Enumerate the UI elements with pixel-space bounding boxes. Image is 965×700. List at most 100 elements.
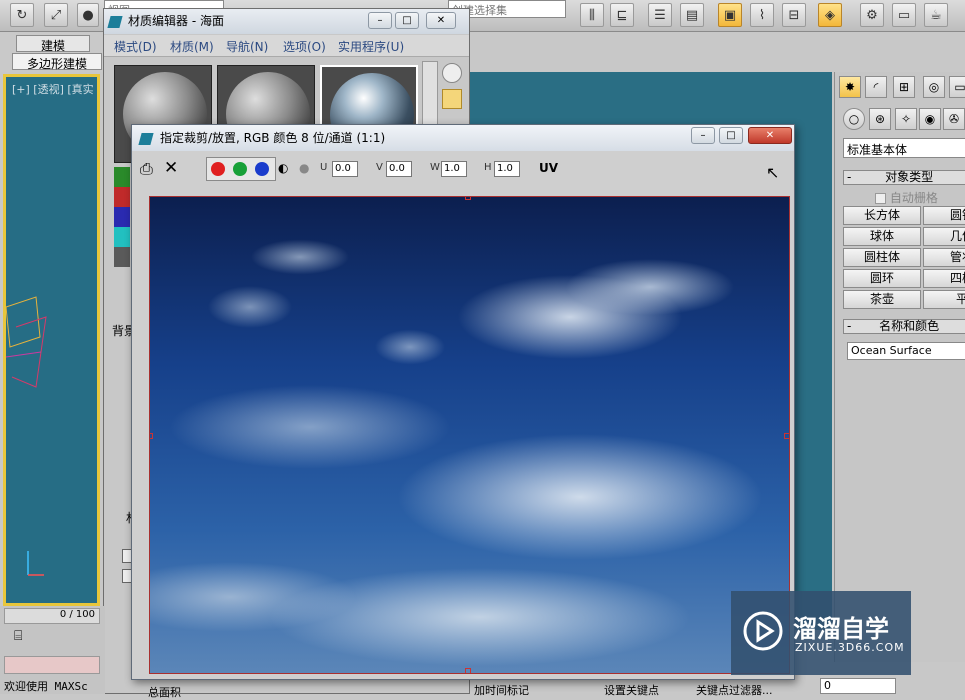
object-type-button[interactable]: 四棱 (923, 269, 965, 288)
crop-handle-bottom[interactable] (465, 668, 471, 673)
brand-url: ZIXUE.3D66.COM (795, 641, 905, 654)
maximize-button[interactable]: □ (395, 12, 419, 29)
dopesheet-icon[interactable]: ⊟ (782, 3, 806, 27)
tab-poly-modeling[interactable]: 多边形建模 (12, 53, 102, 71)
scale-icon[interactable]: ⤢ (44, 3, 68, 27)
layer-icon[interactable]: ☰ (648, 3, 672, 27)
motion-tab-icon[interactable]: ◎ (923, 76, 945, 98)
h-spinner[interactable]: 1.0 (494, 161, 520, 177)
h-label: H (484, 162, 492, 173)
w-spinner[interactable]: 1.0 (441, 161, 467, 177)
object-type-header[interactable]: - 对象类型 (843, 170, 965, 185)
alpha-icon[interactable]: ◐ (278, 161, 288, 175)
menu-navigation[interactable]: 导航(N) (226, 38, 268, 55)
set-key-button[interactable]: 设置关键点 (604, 682, 659, 698)
lights-icon[interactable]: ✧ (895, 108, 917, 130)
crop-handle-top[interactable] (465, 197, 471, 200)
time-tag[interactable]: 加时间标记 (474, 682, 529, 698)
geometry-icon[interactable]: ○ (843, 108, 865, 130)
menu-mode[interactable]: 模式(D) (114, 38, 157, 55)
scene-explorer-icon[interactable]: ▤ (680, 3, 704, 27)
minimize-button[interactable]: – (691, 127, 715, 144)
sky-image-preview[interactable] (149, 196, 790, 674)
bottom-left-status: 0 / 100 ⌸ 欢迎使用 MAXSc (0, 606, 105, 694)
material-editor-titlebar[interactable]: 材质编辑器 - 海面 – □ ✕ (104, 9, 469, 34)
menu-material[interactable]: 材质(M) (170, 38, 214, 55)
crop-dialog-title: 指定裁剪/放置, RGB 颜色 8 位/通道 (1:1) (160, 131, 386, 145)
object-type-button[interactable]: 管状 (923, 248, 965, 267)
object-type-button[interactable]: 长方体 (843, 206, 921, 225)
green-channel-button[interactable] (233, 162, 247, 176)
modify-tab-icon[interactable]: ◜ (865, 76, 887, 98)
snap-icon[interactable]: ● (77, 3, 99, 27)
clear-x-icon[interactable]: ✕ (164, 158, 178, 178)
blue-channel-button[interactable] (255, 162, 269, 176)
viewport-label[interactable]: [+] [透视] [真实 (12, 81, 94, 97)
object-name-input[interactable]: Ocean Surface (847, 342, 965, 360)
hierarchy-tab-icon[interactable]: ⊞ (893, 76, 915, 98)
object-type-button[interactable]: 几何 (923, 227, 965, 246)
red-channel-button[interactable] (211, 162, 225, 176)
render-icon[interactable]: ☕ (924, 3, 948, 27)
shapes-icon[interactable]: ⊛ (869, 108, 891, 130)
helpers-icon[interactable]: ✇ (943, 108, 965, 130)
create-tab-icon[interactable]: ✸ (839, 76, 861, 98)
menu-options[interactable]: 选项(O) (283, 38, 326, 55)
v-spinner[interactable]: 0.0 (386, 161, 412, 177)
timeline-icon[interactable]: ⌸ (14, 628, 22, 644)
time-slider[interactable]: 0 / 100 (4, 608, 100, 624)
print-icon[interactable]: ⎙ (140, 159, 153, 179)
crop-dialog-titlebar[interactable]: 指定裁剪/放置, RGB 颜色 8 位/通道 (1:1) – □ ✕ (132, 125, 794, 151)
sample-type-icon[interactable] (442, 63, 462, 83)
undo-icon[interactable]: ↻ (10, 3, 34, 27)
crop-toolbar: ⎙ ✕ ◐ ● U 0.0 V 0.0 W 1.0 H 1.0 UV ↖ (132, 153, 794, 187)
object-type-button[interactable]: 圆环 (843, 269, 921, 288)
render-setup-icon[interactable]: ⚙ (860, 3, 884, 27)
close-button[interactable]: ✕ (748, 127, 792, 144)
menu-utilities[interactable]: 实用程序(U) (338, 38, 404, 55)
uv-toggle[interactable]: UV (539, 161, 558, 175)
object-type-button[interactable]: 茶壶 (843, 290, 921, 309)
autogrid-checkbox[interactable]: 自动栅格 (875, 189, 938, 206)
slot-strip (114, 167, 130, 267)
align-icon[interactable]: ⊑ (610, 3, 634, 27)
mirror-icon[interactable]: ⫼ (580, 3, 604, 27)
schematic-icon[interactable]: ⌇ (750, 3, 774, 27)
autogrid-label: 自动栅格 (889, 191, 938, 205)
cameras-icon[interactable]: ◉ (919, 108, 941, 130)
maximize-button[interactable]: □ (719, 127, 743, 144)
ribbon: 建模 多边形建模 (0, 32, 108, 72)
curve-editor-icon[interactable]: ▣ (718, 3, 742, 27)
tab-modeling[interactable]: 建模 (16, 35, 90, 53)
backlight-icon[interactable] (442, 89, 462, 109)
close-button[interactable]: ✕ (426, 12, 456, 29)
crop-handle-right[interactable] (784, 433, 789, 439)
crop-place-dialog: 指定裁剪/放置, RGB 颜色 8 位/通道 (1:1) – □ ✕ ⎙ ✕ ◐… (131, 124, 795, 680)
v-label: V (376, 162, 383, 173)
object-type-button[interactable]: 球体 (843, 227, 921, 246)
object-type-button[interactable]: 圆锥 (923, 206, 965, 225)
key-filter-button[interactable]: 关键点过滤器... (696, 682, 773, 698)
app-icon (138, 133, 154, 145)
name-color-header[interactable]: - 名称和颜色 (843, 319, 965, 334)
material-editor-icon[interactable]: ◈ (818, 3, 842, 27)
render-frame-icon[interactable]: ▭ (892, 3, 916, 27)
primitive-category-dropdown[interactable]: 标准基本体 (843, 138, 965, 158)
u-spinner[interactable]: 0.0 (332, 161, 358, 177)
app-icon (107, 16, 123, 28)
w-label: W (430, 162, 440, 173)
command-panel: ✸ ◜ ⊞ ◎ ▭ ○ ⊛ ✧ ◉ ✇ 标准基本体 - 对象类型 自动栅格 长方体… (834, 72, 965, 662)
crop-handle-left[interactable] (150, 433, 153, 439)
display-tab-icon[interactable]: ▭ (949, 76, 965, 98)
perspective-viewport[interactable]: [+] [透视] [真实 (3, 74, 100, 606)
minimize-button[interactable]: – (368, 12, 392, 29)
object-type-button[interactable]: 圆柱体 (843, 248, 921, 267)
object-type-title: 对象类型 (885, 170, 934, 184)
object-type-button[interactable]: 平 (923, 290, 965, 309)
checkbox-icon (875, 193, 886, 204)
maxscript-listener[interactable] (4, 656, 100, 674)
collapse-icon: - (847, 319, 852, 333)
material-editor-menubar: 模式(D) 材质(M) 导航(N) 选项(O) 实用程序(U) (104, 35, 469, 57)
mono-icon[interactable]: ● (299, 161, 309, 175)
frame-spinner[interactable]: 0 (820, 678, 896, 694)
